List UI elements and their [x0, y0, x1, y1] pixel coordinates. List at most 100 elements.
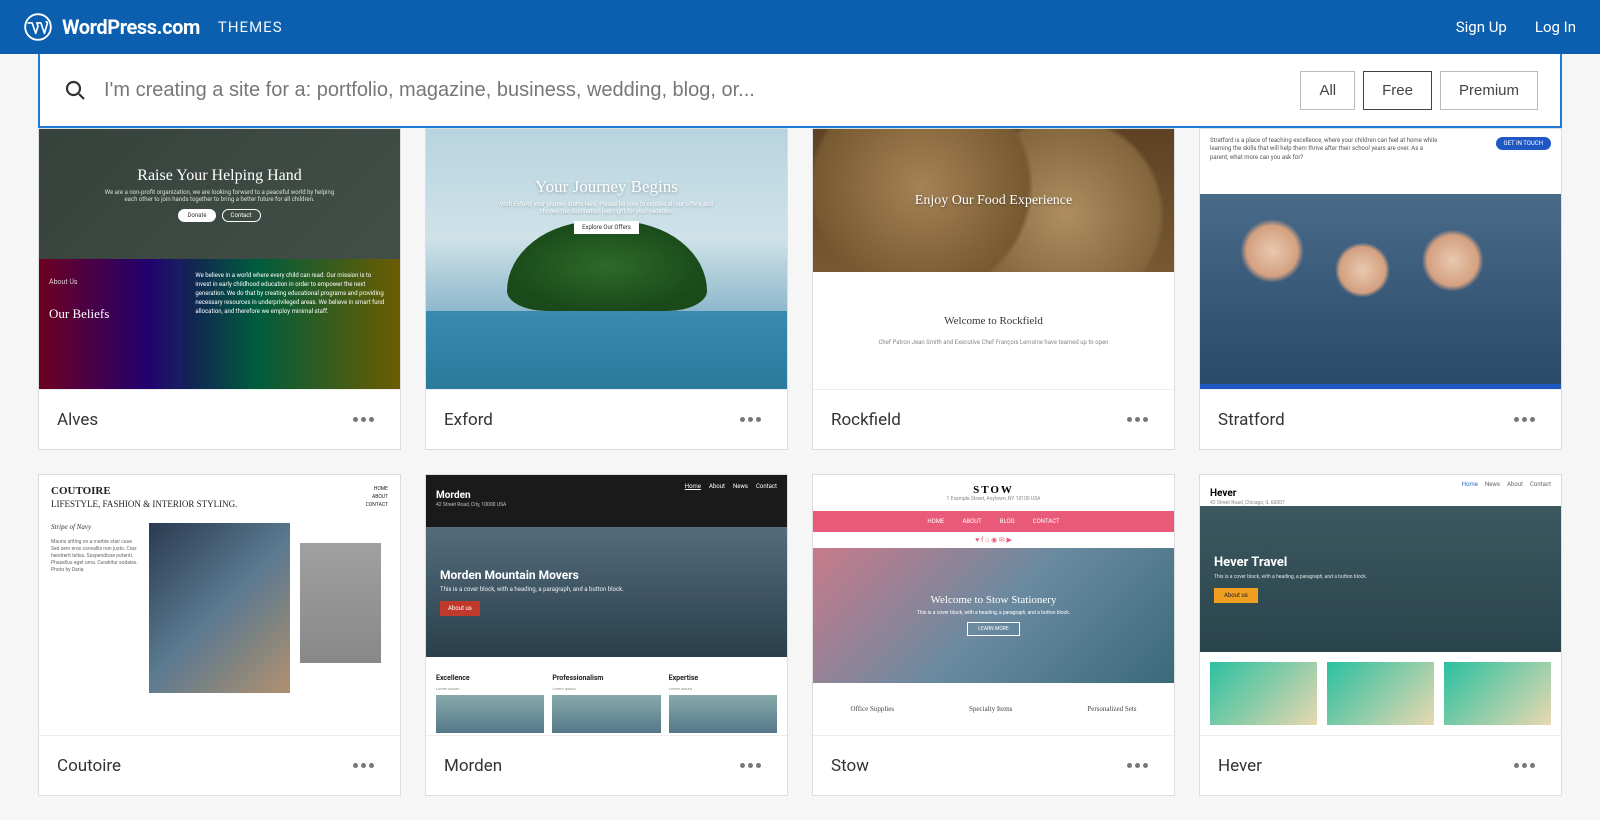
- filter-group: All Free Premium: [1300, 71, 1538, 110]
- preview-body: Mauris sitting on a marble stair case. S…: [51, 539, 138, 573]
- theme-card[interactable]: Your Journey Begins With Exford, your jo…: [425, 128, 788, 450]
- preview-heading: Our Beliefs: [49, 306, 173, 322]
- preview-nav-item: Contact: [756, 483, 777, 490]
- preview-address: 42 Street Road, City, 10000 USA: [436, 502, 506, 508]
- preview-hero-sub: This is a cover block, with a heading, a…: [440, 586, 787, 593]
- filter-free-button[interactable]: Free: [1363, 71, 1432, 110]
- preview-btn: About us: [440, 601, 480, 616]
- preview-hero-title: Your Journey Begins: [535, 177, 678, 197]
- preview-hero-title: Morden Mountain Movers: [440, 568, 787, 582]
- preview-nav-item: ABOUT: [366, 493, 388, 501]
- preview-nav-item: CONTACT: [1033, 518, 1060, 525]
- preview-hero-sub: With Exford, your journey starts here. P…: [498, 201, 715, 215]
- more-options-icon[interactable]: [732, 409, 769, 430]
- theme-preview: Enjoy Our Food Experience Welcome to Roc…: [813, 129, 1174, 389]
- preview-foot-item: Personalized Sets: [1087, 705, 1136, 713]
- theme-preview: Hever42 Street Road, Chicago, IL 60007 H…: [1200, 475, 1561, 735]
- preview-hero-title: Welcome to Stow Stationery: [931, 594, 1057, 606]
- preview-nav-item: HOME: [927, 518, 944, 525]
- theme-card[interactable]: Morden42 Street Road, City, 10000 USA Ho…: [425, 474, 788, 796]
- more-options-icon[interactable]: [1119, 755, 1156, 776]
- login-link[interactable]: Log In: [1535, 18, 1576, 36]
- preview-nav-item: ABOUT: [962, 518, 981, 525]
- preview-btn: Contact: [222, 209, 261, 222]
- preview-btn: LEARN MORE: [967, 622, 1019, 636]
- preview-hero-title: Enjoy Our Food Experience: [915, 193, 1072, 209]
- preview-nav-item: CONTACT: [366, 501, 388, 509]
- preview-col-title: Expertise: [669, 674, 699, 682]
- theme-card[interactable]: Enjoy Our Food Experience Welcome to Roc…: [812, 128, 1175, 450]
- theme-preview: COUTOIRE LIFESTYLE, FASHION & INTERIOR S…: [39, 475, 400, 735]
- preview-btn: Explore Our Offers: [574, 221, 639, 234]
- preview-tagline: LIFESTYLE, FASHION & INTERIOR STYLING.: [51, 499, 237, 509]
- preview-nav-item: BLOG: [1000, 518, 1015, 525]
- preview-btn: About us: [1214, 588, 1258, 603]
- preview-caption: Stripe of Navy: [51, 523, 139, 533]
- search-bar: All Free Premium: [38, 54, 1562, 128]
- themes-grid: Raise Your Helping Hand We are a non-pro…: [0, 128, 1600, 820]
- search-icon: [62, 77, 88, 103]
- theme-name: Hever: [1218, 756, 1262, 776]
- preview-address: 1 Example Street, Anytown, NY 10100 USA: [947, 496, 1041, 502]
- preview-hero-sub: This is a cover block, with a heading, a…: [917, 610, 1070, 616]
- theme-preview: STOW1 Example Street, Anytown, NY 10100 …: [813, 475, 1174, 735]
- theme-preview: Morden42 Street Road, City, 10000 USA Ho…: [426, 475, 787, 735]
- preview-body: Stratford is a place of teaching excelle…: [1210, 137, 1442, 162]
- more-options-icon[interactable]: [1506, 409, 1543, 430]
- theme-name: Exford: [444, 410, 493, 430]
- preview-hero-sub: We are a non-profit organization, we are…: [100, 189, 339, 203]
- preview-hero-sub: This is a cover block, with a heading, a…: [1214, 574, 1561, 580]
- theme-card[interactable]: STOW1 Example Street, Anytown, NY 10100 …: [812, 474, 1175, 796]
- more-options-icon[interactable]: [1119, 409, 1156, 430]
- preview-body: We believe in a world where every child …: [183, 259, 400, 389]
- theme-name: Rockfield: [831, 410, 901, 430]
- preview-address: 42 Street Road, Chicago, IL 60007: [1210, 500, 1285, 506]
- theme-preview: Stratford is a place of teaching excelle…: [1200, 129, 1561, 389]
- preview-logo: Hever: [1210, 488, 1236, 499]
- preview-logo: Morden: [436, 490, 471, 501]
- preview-btn: GET IN TOUCH: [1496, 137, 1552, 150]
- theme-card[interactable]: COUTOIRE LIFESTYLE, FASHION & INTERIOR S…: [38, 474, 401, 796]
- brand-wrap[interactable]: WordPress.com THEMES: [24, 13, 283, 41]
- more-options-icon[interactable]: [732, 755, 769, 776]
- theme-preview: Raise Your Helping Hand We are a non-pro…: [39, 129, 400, 389]
- preview-nav-item: News: [1485, 481, 1500, 488]
- preview-body: Chef Patron Jean Smith and Executive Che…: [878, 339, 1108, 346]
- more-options-icon[interactable]: [345, 409, 382, 430]
- signup-link[interactable]: Sign Up: [1456, 18, 1507, 36]
- top-header: WordPress.com THEMES Sign Up Log In: [0, 0, 1600, 54]
- preview-foot-item: Office Supplies: [850, 705, 894, 713]
- preview-logo: COUTOIRE: [51, 485, 237, 497]
- theme-card[interactable]: Stratford is a place of teaching excelle…: [1199, 128, 1562, 450]
- preview-label: About Us: [49, 278, 78, 286]
- theme-name: Stratford: [1218, 410, 1285, 430]
- theme-card[interactable]: Raise Your Helping Hand We are a non-pro…: [38, 128, 401, 450]
- theme-name: Alves: [57, 410, 98, 430]
- wordpress-logo-icon: [24, 13, 52, 41]
- brand-text: WordPress.com: [62, 15, 200, 39]
- preview-image: [300, 543, 381, 663]
- preview-nav-item: News: [733, 483, 748, 490]
- search-input[interactable]: [104, 79, 1300, 102]
- theme-name: Stow: [831, 756, 869, 776]
- theme-card[interactable]: Hever42 Street Road, Chicago, IL 60007 H…: [1199, 474, 1562, 796]
- theme-name: Coutoire: [57, 756, 121, 776]
- preview-nav-item: Contact: [1530, 481, 1551, 488]
- preview-heading: Welcome to Rockfield: [944, 315, 1043, 327]
- preview-btn: Donate: [178, 209, 215, 222]
- more-options-icon[interactable]: [1506, 755, 1543, 776]
- preview-hero-title: Hever Travel: [1214, 555, 1561, 570]
- preview-nav-item: HOME: [366, 485, 388, 493]
- preview-logo: STOW: [973, 484, 1014, 496]
- more-options-icon[interactable]: [345, 755, 382, 776]
- preview-image: [149, 523, 291, 693]
- preview-nav-item: About: [709, 483, 725, 490]
- preview-col-title: Excellence: [436, 674, 470, 682]
- preview-hero-title: Raise Your Helping Hand: [137, 167, 301, 185]
- preview-col-title: Professionalism: [552, 674, 603, 682]
- theme-preview: Your Journey Begins With Exford, your jo…: [426, 129, 787, 389]
- preview-foot-item: Specialty Items: [969, 705, 1012, 713]
- filter-all-button[interactable]: All: [1300, 71, 1355, 110]
- preview-nav-item: Home: [685, 483, 701, 490]
- filter-premium-button[interactable]: Premium: [1440, 71, 1538, 110]
